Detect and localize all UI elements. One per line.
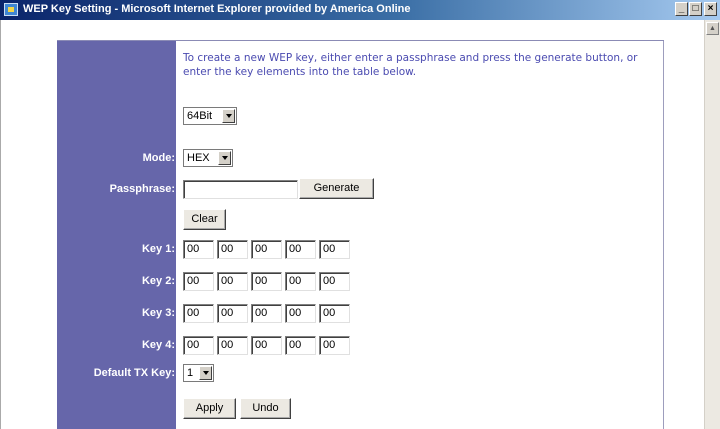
- scroll-up-arrow-icon[interactable]: ▲: [706, 22, 719, 35]
- mode-value: HEX: [187, 152, 210, 164]
- key-1-label: Key 1:: [141, 243, 175, 255]
- table-top-border: [57, 40, 664, 41]
- maximize-button[interactable]: □: [689, 2, 702, 16]
- default-tx-key-label: Default TX Key:: [93, 367, 175, 379]
- title-bar: WEP Key Setting - Microsoft Internet Exp…: [0, 0, 720, 20]
- window-title: WEP Key Setting - Microsoft Internet Exp…: [23, 3, 411, 15]
- key-1-field-1[interactable]: 00: [183, 240, 214, 259]
- mode-select[interactable]: HEX: [183, 149, 233, 167]
- instructions-text: To create a new WEP key, either enter a …: [183, 52, 638, 78]
- passphrase-input[interactable]: [183, 180, 298, 199]
- key-4-field-3[interactable]: 00: [251, 336, 282, 355]
- key-1-field-3[interactable]: 00: [251, 240, 282, 259]
- key-3-label: Key 3:: [141, 307, 175, 319]
- key-3-field-1[interactable]: 00: [183, 304, 214, 323]
- key-2-field-3[interactable]: 00: [251, 272, 282, 291]
- key-1-field-4[interactable]: 00: [285, 240, 316, 259]
- key-1-field-5[interactable]: 00: [319, 240, 350, 259]
- key-2-field-2[interactable]: 00: [217, 272, 248, 291]
- undo-button[interactable]: Undo: [240, 398, 291, 419]
- mode-label: Mode:: [142, 152, 175, 164]
- vertical-scrollbar[interactable]: ▲: [704, 20, 720, 429]
- dropdown-arrow-icon[interactable]: [218, 151, 231, 165]
- key-3-field-2[interactable]: 00: [217, 304, 248, 323]
- close-button[interactable]: ×: [704, 2, 717, 16]
- key-4-field-4[interactable]: 00: [285, 336, 316, 355]
- generate-button[interactable]: Generate: [299, 178, 374, 199]
- default-tx-key-value: 1: [187, 367, 194, 379]
- key-2-field-4[interactable]: 00: [285, 272, 316, 291]
- default-tx-key-select[interactable]: 1: [183, 364, 214, 382]
- key-2-field-5[interactable]: 00: [319, 272, 350, 291]
- key-1-field-2[interactable]: 00: [217, 240, 248, 259]
- apply-button[interactable]: Apply: [183, 398, 236, 419]
- key-size-select[interactable]: 64Bit: [183, 107, 237, 125]
- settings-panel: [176, 40, 664, 429]
- key-4-field-2[interactable]: 00: [217, 336, 248, 355]
- ie-app-icon: [4, 3, 18, 16]
- minimize-button[interactable]: _: [675, 2, 688, 16]
- key-3-field-3[interactable]: 00: [251, 304, 282, 323]
- key-2-label: Key 2:: [141, 275, 175, 287]
- key-2-field-1[interactable]: 00: [183, 272, 214, 291]
- dropdown-arrow-icon[interactable]: [199, 366, 212, 380]
- key-3-field-4[interactable]: 00: [285, 304, 316, 323]
- key-size-value: 64Bit: [187, 110, 213, 122]
- passphrase-label: Passphrase:: [109, 183, 175, 195]
- clear-button[interactable]: Clear: [183, 209, 226, 230]
- key-4-field-5[interactable]: 00: [319, 336, 350, 355]
- key-4-field-1[interactable]: 00: [183, 336, 214, 355]
- key-4-label: Key 4:: [141, 339, 175, 351]
- dropdown-arrow-icon[interactable]: [222, 109, 235, 123]
- window-frame: [0, 20, 1, 429]
- key-3-field-5[interactable]: 00: [319, 304, 350, 323]
